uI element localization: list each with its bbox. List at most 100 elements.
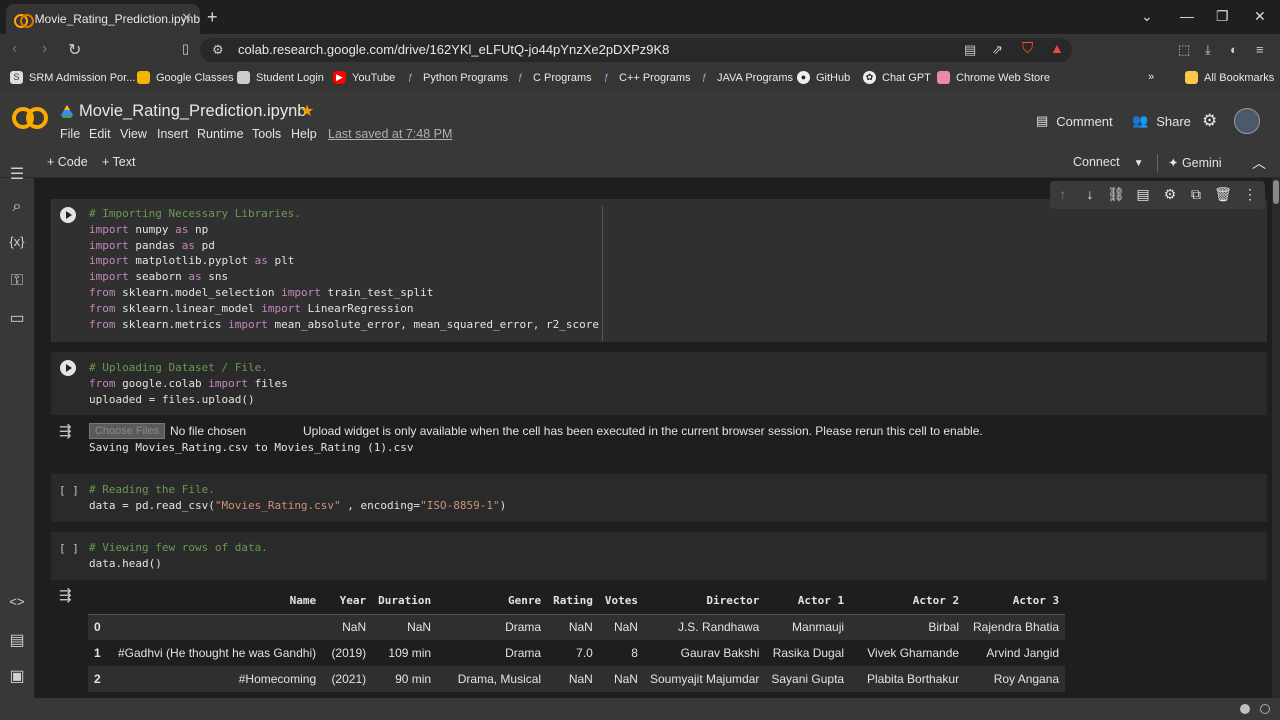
move-up-icon[interactable]: ↑: [1054, 186, 1072, 202]
move-down-icon[interactable]: ↓: [1081, 186, 1099, 202]
cell-code[interactable]: # Viewing few rows of data. data.head(): [89, 540, 268, 572]
forward-icon[interactable]: ›: [42, 40, 47, 58]
scrollbar[interactable]: [1272, 178, 1280, 698]
bookmark-java[interactable]: ƒ JAVA Programs: [698, 71, 793, 84]
last-saved-link[interactable]: Last saved at 7:48 PM: [328, 127, 452, 141]
output-text: Saving Movies_Rating.csv to Movies_Ratin…: [89, 441, 414, 454]
maximize-icon[interactable]: ❐: [1216, 8, 1229, 25]
colab-logo[interactable]: [12, 107, 48, 129]
terminal-icon[interactable]: ▣: [7, 666, 27, 686]
share-button[interactable]: 👥 Share: [1132, 113, 1191, 129]
star-icon[interactable]: ★: [300, 101, 314, 121]
share-page-icon[interactable]: ⇗: [992, 42, 1003, 58]
code-site-icon: ƒ: [701, 72, 707, 82]
bookmark-google-classes[interactable]: Google Classes: [137, 71, 234, 84]
cell-code[interactable]: # Importing Necessary Libraries. import …: [89, 206, 599, 332]
mirror-cell-icon[interactable]: ⧉: [1187, 186, 1205, 203]
cell-code[interactable]: # Reading the File. data = pd.read_csv("…: [89, 482, 506, 514]
column-header: Year: [322, 588, 373, 615]
connect-button[interactable]: Connect ▼: [1073, 155, 1143, 169]
table-cell: Drama, Musical: [437, 666, 548, 692]
output-toggle-icon[interactable]: ⇶: [59, 422, 72, 440]
bookmark-chrome-store[interactable]: Chrome Web Store: [937, 71, 1050, 84]
column-header: [88, 588, 112, 615]
files-folder-icon[interactable]: ▭: [7, 308, 27, 328]
reload-icon[interactable]: ↻: [68, 40, 81, 60]
table-cell: 8: [631, 646, 638, 660]
execution-count[interactable]: [ ]: [59, 484, 79, 497]
bookmark-cpp[interactable]: ƒ C++ Programs: [600, 71, 691, 84]
menu-help[interactable]: Help: [291, 127, 317, 141]
menu-edit[interactable]: Edit: [89, 127, 111, 141]
execution-count[interactable]: [ ]: [59, 542, 79, 555]
bookmark-srm[interactable]: S SRM Admission Por...: [10, 71, 135, 84]
reader-mode-icon[interactable]: ▤: [964, 42, 976, 58]
search-icon[interactable]: ⌕: [7, 198, 27, 216]
tab-search-icon[interactable]: ⌄: [1141, 8, 1153, 25]
menu-tools[interactable]: Tools: [252, 127, 281, 141]
cell-settings-icon[interactable]: ⚙: [1161, 186, 1179, 203]
status-bar: [0, 698, 1280, 720]
table-cell: Soumyajit Majumdar: [643, 666, 766, 692]
output-toggle-icon[interactable]: ⇶: [59, 586, 72, 604]
settings-icon[interactable]: ⚙: [1202, 111, 1217, 131]
menu-file[interactable]: File: [60, 127, 80, 141]
bookmark-youtube[interactable]: ▶ YouTube: [333, 71, 395, 84]
new-tab-icon[interactable]: +: [207, 7, 218, 28]
downloads-icon[interactable]: ⤓: [1205, 42, 1211, 58]
brave-rewards-icon[interactable]: ▲: [1050, 40, 1064, 56]
choose-files-button[interactable]: Choose Files: [89, 423, 165, 439]
bookmark-python[interactable]: ƒ Python Programs: [404, 71, 508, 84]
table-of-contents-icon[interactable]: ☰: [7, 164, 27, 184]
link-icon[interactable]: ⛓: [1107, 186, 1125, 203]
notebook-title[interactable]: Movie_Rating_Prediction.ipynb: [79, 102, 306, 121]
bookmark-github[interactable]: ● GitHub: [797, 71, 850, 84]
command-palette-icon[interactable]: ▤: [7, 630, 27, 650]
extensions-icon[interactable]: ⬚: [1178, 42, 1190, 58]
add-text-button[interactable]: + Text: [102, 155, 135, 169]
window-close-icon[interactable]: ✕: [1254, 8, 1266, 25]
bookmarks-bar: S SRM Admission Por... Google Classes Stu…: [0, 66, 1280, 90]
youtube-icon: ▶: [333, 71, 346, 84]
bookmark-c[interactable]: ƒ C Programs: [514, 71, 592, 84]
comment-cell-icon[interactable]: ▤: [1134, 186, 1152, 203]
bookmarks-overflow-icon[interactable]: »: [1148, 71, 1154, 83]
collapse-header-icon[interactable]: ︿: [1252, 153, 1266, 173]
menu-insert[interactable]: Insert: [157, 127, 188, 141]
table-header-row: Name Year Duration Genre Rating Votes Di…: [88, 588, 1066, 615]
run-cell-button[interactable]: [60, 360, 76, 376]
bookmark-student-login[interactable]: Student Login: [237, 71, 324, 84]
run-cell-button[interactable]: [60, 207, 76, 223]
bookmark-page-icon[interactable]: ▯: [182, 41, 189, 57]
bookmark-chatgpt[interactable]: ✿ Chat GPT: [863, 71, 931, 84]
site-info-icon[interactable]: ⚙: [212, 38, 224, 62]
table-cell: 7.0: [576, 646, 593, 660]
share-label: Share: [1156, 113, 1191, 129]
code-snippets-icon[interactable]: <>: [7, 594, 27, 609]
brave-shield-icon[interactable]: ⛉: [1022, 40, 1033, 57]
table-cell: NaN: [322, 614, 373, 640]
minimize-icon[interactable]: —: [1180, 8, 1194, 24]
scrollbar-thumb[interactable]: [1273, 180, 1279, 204]
menu-runtime[interactable]: Runtime: [197, 127, 244, 141]
menu-view[interactable]: View: [120, 127, 147, 141]
browser-tab[interactable]: Movie_Rating_Prediction.ipynb ✕: [6, 4, 200, 34]
more-options-icon[interactable]: ⋮: [1241, 186, 1259, 203]
wallet-icon[interactable]: ◐: [1230, 42, 1238, 57]
colab-favicon-icon: [14, 14, 34, 28]
comment-button[interactable]: ▤ Comment: [1036, 113, 1113, 129]
chevron-down-icon[interactable]: ▼: [1134, 158, 1144, 169]
add-code-button[interactable]: + Code: [47, 155, 88, 169]
gemini-button[interactable]: ✦ Gemini: [1168, 155, 1222, 170]
variables-icon[interactable]: {x}: [7, 234, 27, 249]
secrets-key-icon[interactable]: ⚿: [7, 272, 27, 290]
cell-code[interactable]: # Uploading Dataset / File. from google.…: [89, 360, 288, 407]
address-bar[interactable]: ⚙ colab.research.google.com/drive/162YKl…: [200, 38, 1072, 62]
all-bookmarks[interactable]: All Bookmarks: [1185, 71, 1274, 84]
browser-menu-icon[interactable]: ≡: [1256, 42, 1264, 57]
delete-icon[interactable]: 🗑: [1214, 186, 1232, 203]
close-tab-icon[interactable]: ✕: [181, 10, 192, 26]
avatar[interactable]: [1234, 108, 1260, 134]
classroom-icon: [137, 71, 150, 84]
back-icon[interactable]: ‹: [12, 40, 17, 58]
